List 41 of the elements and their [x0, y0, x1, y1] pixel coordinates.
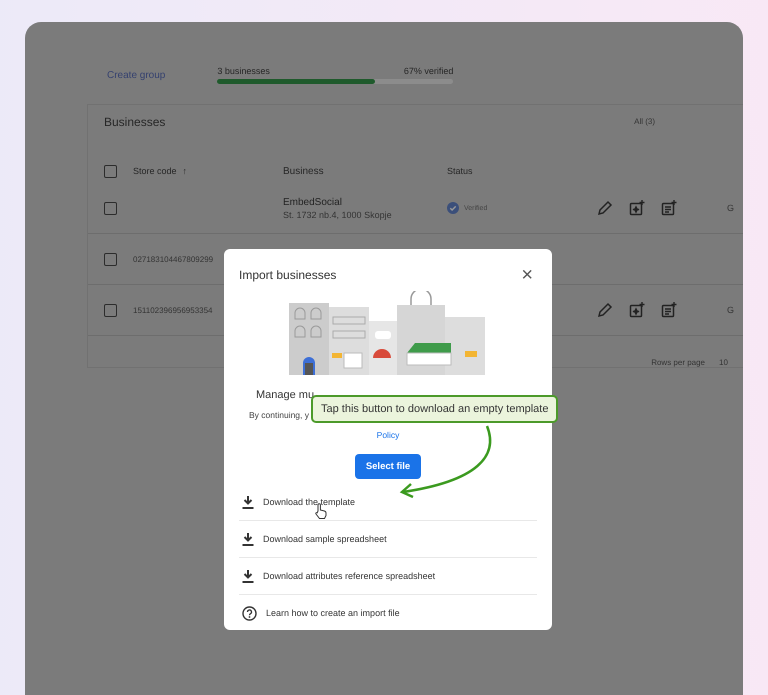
rows-per-page-label: Rows per page [651, 358, 705, 367]
store-code: 027183104467809299 [133, 254, 214, 264]
import-option[interactable]: Learn how to create an import file [239, 595, 537, 631]
policy-link[interactable]: Policy [376, 430, 400, 440]
help-icon [242, 606, 257, 620]
sort-arrow[interactable]: ↑ [182, 166, 188, 176]
filter-chip[interactable]: All (3) [634, 117, 655, 159]
progress-label: 3 businesses [217, 66, 270, 76]
select-file-button[interactable]: Select file [354, 454, 422, 479]
add-photo-icon[interactable] [629, 302, 645, 318]
import-option[interactable]: Download sample spreadsheet [239, 521, 537, 558]
pencil-icon[interactable] [597, 302, 613, 318]
dialog-title: Import businesses [239, 268, 336, 282]
checkbox[interactable] [104, 202, 117, 214]
checkbox[interactable] [104, 252, 117, 266]
create-group-link[interactable]: Create group [107, 70, 166, 80]
row-extra-text: G [727, 203, 734, 213]
pencil-icon[interactable] [597, 200, 613, 216]
rows-per-page-select[interactable]: 10 [719, 358, 739, 367]
card-title: Businesses [104, 115, 166, 131]
row-extra-text: G [727, 305, 734, 315]
download-icon [242, 570, 254, 582]
verified-check-icon [447, 202, 459, 214]
column-header: Business [283, 166, 325, 176]
download-icon [242, 496, 254, 508]
business-name: EmbedSocial [283, 196, 343, 208]
store-code: 151102396956953354 [133, 306, 212, 314]
add-post-icon[interactable] [661, 302, 677, 318]
column-header[interactable]: Store code [133, 166, 177, 176]
terms-text: By continuing, y [249, 410, 310, 420]
business-address: St. 1732 nb.4, 1000 Skopje [283, 210, 393, 220]
import-option[interactable]: Download attributes reference spreadsheet [239, 558, 537, 595]
tooltip: Tap this button to download an empty template [311, 395, 558, 423]
progress-reading: 67% verified [404, 66, 454, 76]
checkbox[interactable] [104, 164, 117, 178]
column-header: Status [447, 166, 474, 176]
checkbox[interactable] [104, 304, 117, 316]
download-icon [242, 532, 254, 546]
add-post-icon[interactable] [661, 200, 677, 216]
close-button[interactable]: × [517, 265, 537, 285]
add-photo-icon[interactable] [629, 200, 645, 216]
